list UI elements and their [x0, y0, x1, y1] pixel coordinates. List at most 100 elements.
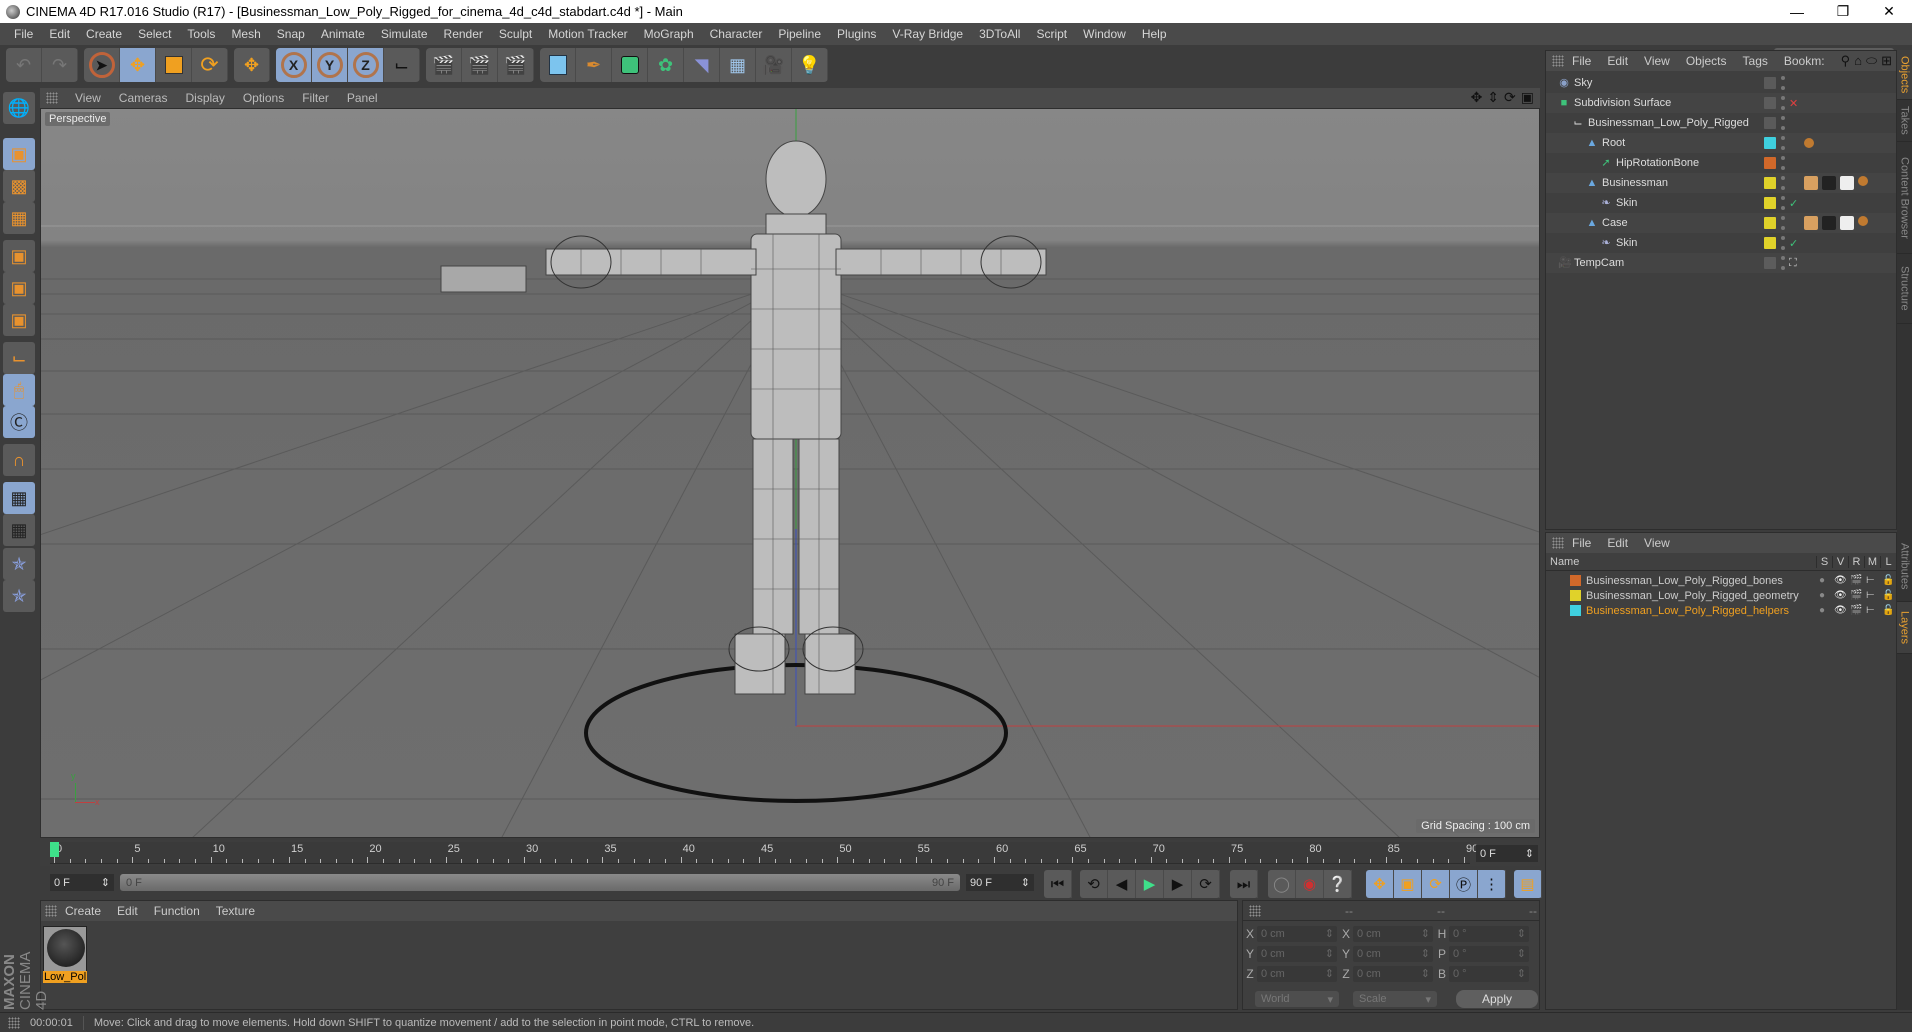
menu-plugins[interactable]: Plugins [829, 27, 884, 41]
close-button[interactable]: ✕ [1866, 0, 1912, 23]
object-row[interactable]: 🎥 TempCam ⛶ [1546, 253, 1896, 273]
object-name[interactable]: Root [1602, 137, 1625, 149]
column-name[interactable]: Name [1550, 556, 1579, 568]
move-icon[interactable]: ✥ [120, 48, 156, 82]
visibility-dots[interactable] [1780, 116, 1786, 130]
go-to-end-icon[interactable]: ⏭ [1230, 870, 1258, 898]
material-name[interactable]: Low_Pol [43, 971, 87, 983]
workplane-align-icon[interactable]: ▦ [3, 514, 35, 546]
render-clapper-icon[interactable]: 🎬 [1850, 575, 1862, 586]
menu-create[interactable]: Create [78, 27, 130, 41]
record-icon[interactable]: ⟲ [1080, 870, 1108, 898]
layer-color-swatch[interactable] [1764, 237, 1776, 249]
column-visible[interactable]: V [1832, 555, 1848, 568]
object-row[interactable]: ■ Subdivision Surface ✕ [1546, 93, 1896, 113]
keyframe-help-icon[interactable]: ❔ [1324, 870, 1352, 898]
maximize-icon[interactable]: ▣ [1521, 89, 1534, 106]
menu-vray-bridge[interactable]: V-Ray Bridge [884, 27, 971, 41]
orbit-icon[interactable]: ⟳ [1504, 89, 1516, 106]
layer-name[interactable]: Businessman_Low_Poly_Rigged_helpers [1586, 605, 1789, 617]
om-menu-bookmarks[interactable]: Bookm: [1776, 54, 1833, 68]
scale-icon[interactable] [156, 48, 192, 82]
manager-tree-icon[interactable]: ⊢ [1866, 590, 1875, 601]
material-tag-icon[interactable] [1822, 216, 1836, 230]
layer-color-swatch[interactable] [1764, 97, 1776, 109]
lock-icon[interactable]: 🔓 [1882, 575, 1894, 586]
playhead[interactable] [50, 842, 59, 857]
pan-icon[interactable]: ✥ [1471, 89, 1483, 106]
manager-tree-icon[interactable]: ⊢ [1866, 605, 1875, 616]
visibility-dots[interactable] [1780, 216, 1786, 230]
next-key-icon[interactable]: ▶ [1164, 870, 1192, 898]
layer-name[interactable]: Businessman_Low_Poly_Rigged_geometry [1586, 590, 1799, 602]
ik-tag-icon[interactable] [1804, 138, 1814, 148]
loop-icon[interactable]: ⟳ [1192, 870, 1220, 898]
rot-p-field[interactable]: 0 ° ⇕ [1449, 945, 1529, 962]
object-row[interactable]: ➚ HipRotationBone [1546, 153, 1896, 173]
prev-key-icon[interactable]: ◀ [1108, 870, 1136, 898]
home-icon[interactable]: ⌂ [1854, 53, 1862, 69]
object-row[interactable]: ▲ Businessman [1546, 173, 1896, 193]
visibility-dots[interactable] [1780, 236, 1786, 250]
lm-menu-view[interactable]: View [1636, 536, 1678, 550]
redo-icon[interactable]: ↷ [42, 48, 78, 82]
viewport-menu-filter[interactable]: Filter [293, 91, 338, 105]
last-tool-icon[interactable]: ✥ [234, 48, 270, 82]
rotation-key-icon[interactable]: ⟳ [1422, 870, 1450, 898]
object-name[interactable]: Skin [1616, 237, 1637, 249]
material-menu-edit[interactable]: Edit [109, 904, 146, 918]
menu-snap[interactable]: Snap [269, 27, 313, 41]
object-name[interactable]: Businessman_Low_Poly_Rigged [1588, 117, 1749, 129]
frame-ruler[interactable]: 0 5 10 15 20 25 30 35 40 45 50 55 60 65 70 75 80 85 90 [50, 842, 1478, 864]
menu-script[interactable]: Script [1028, 27, 1075, 41]
floor-environment-icon[interactable]: ▦ [720, 48, 756, 82]
panel-grip-icon[interactable] [1552, 537, 1564, 549]
object-name[interactable]: Skin [1616, 197, 1637, 209]
layer-color-swatch[interactable] [1764, 177, 1776, 189]
object-name[interactable]: TempCam [1574, 257, 1624, 269]
dolly-icon[interactable]: ⇕ [1487, 89, 1499, 106]
menu-file[interactable]: File [6, 27, 41, 41]
om-menu-file[interactable]: File [1564, 54, 1599, 68]
viewport-menu-display[interactable]: Display [176, 91, 233, 105]
search-icon[interactable]: ⚲ [1841, 53, 1851, 69]
size-z-field[interactable]: 0 cm ⇕ [1353, 965, 1433, 982]
render-clapper-icon[interactable]: 🎬 [1850, 590, 1862, 601]
render-view-icon[interactable]: 🎬 [426, 48, 462, 82]
menu-mesh[interactable]: Mesh [223, 27, 268, 41]
layer-color-swatch[interactable] [1570, 590, 1581, 601]
object-name[interactable]: HipRotationBone [1616, 157, 1699, 169]
live-selection-icon[interactable]: ➤ [84, 48, 120, 82]
menu-tools[interactable]: Tools [179, 27, 223, 41]
tab-structure[interactable]: Structure [1897, 254, 1912, 324]
visibility-dots[interactable] [1780, 76, 1786, 90]
menu-help[interactable]: Help [1134, 27, 1175, 41]
menu-mograph[interactable]: MoGraph [636, 27, 702, 41]
visibility-dots[interactable] [1780, 156, 1786, 170]
visible-eye-icon[interactable]: 👁 [1834, 605, 1847, 616]
businessman-model[interactable] [440, 140, 1047, 695]
ik-tag-icon[interactable] [1858, 176, 1868, 186]
visibility-dots[interactable] [1780, 136, 1786, 150]
om-menu-view[interactable]: View [1636, 54, 1678, 68]
parameter-key-icon[interactable]: Ⓟ [1450, 870, 1478, 898]
size-y-field[interactable]: 0 cm ⇕ [1353, 945, 1433, 962]
enabled-check-icon[interactable]: ✓ [1789, 237, 1798, 250]
tab-content-browser[interactable]: Content Browser [1897, 142, 1912, 254]
manager-tree-icon[interactable]: ⊢ [1866, 575, 1875, 586]
menu-animate[interactable]: Animate [313, 27, 373, 41]
restore-button[interactable]: ❐ [1820, 0, 1866, 23]
texture-mode-icon[interactable]: ▩ [3, 170, 35, 202]
new-view-icon[interactable]: ⊞ [1881, 53, 1892, 69]
uvw-tag-icon[interactable] [1804, 216, 1818, 230]
render-clapper-icon[interactable]: 🎬 [1850, 605, 1862, 616]
viewport-menu-panel[interactable]: Panel [338, 91, 387, 105]
panel-grip-icon[interactable] [1249, 904, 1261, 917]
pos-y-field[interactable]: 0 cm ⇕ [1257, 945, 1337, 962]
visible-eye-icon[interactable]: 👁 [1834, 575, 1847, 586]
rot-h-field[interactable]: 0 ° ⇕ [1449, 925, 1529, 942]
texture-tag-icon[interactable] [1840, 216, 1854, 230]
camera-label[interactable]: Perspective [45, 112, 111, 126]
object-row[interactable]: ▲ Case [1546, 213, 1896, 233]
lock-icon[interactable]: 🔓 [1882, 605, 1894, 616]
